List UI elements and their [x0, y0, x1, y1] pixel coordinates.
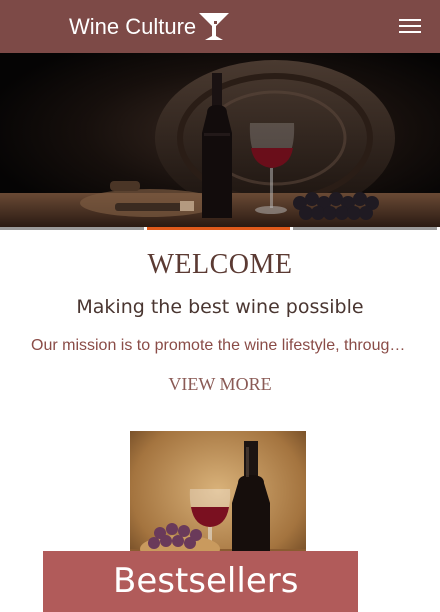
bestsellers-banner[interactable]: Bestsellers [43, 551, 358, 612]
brand-logo[interactable]: Wine Culture [69, 12, 231, 42]
welcome-heading: WELCOME [147, 249, 293, 280]
slide-indicator-1[interactable] [0, 227, 144, 230]
slider-indicators [0, 227, 440, 231]
welcome-subtitle: Making the best wine possible [76, 296, 364, 318]
slide-indicator-2[interactable] [147, 227, 290, 230]
hero-slider-image [0, 53, 440, 227]
mission-text: Our mission is to promote the wine lifes… [31, 337, 409, 354]
hamburger-menu-icon[interactable] [396, 14, 424, 38]
brand-name: Wine Culture [69, 14, 197, 39]
slide-indicator-3[interactable] [293, 227, 437, 230]
wine-glass-icon [199, 13, 230, 40]
top-header: Wine Culture [0, 0, 440, 53]
view-more-link[interactable]: VIEW MORE [0, 372, 440, 396]
